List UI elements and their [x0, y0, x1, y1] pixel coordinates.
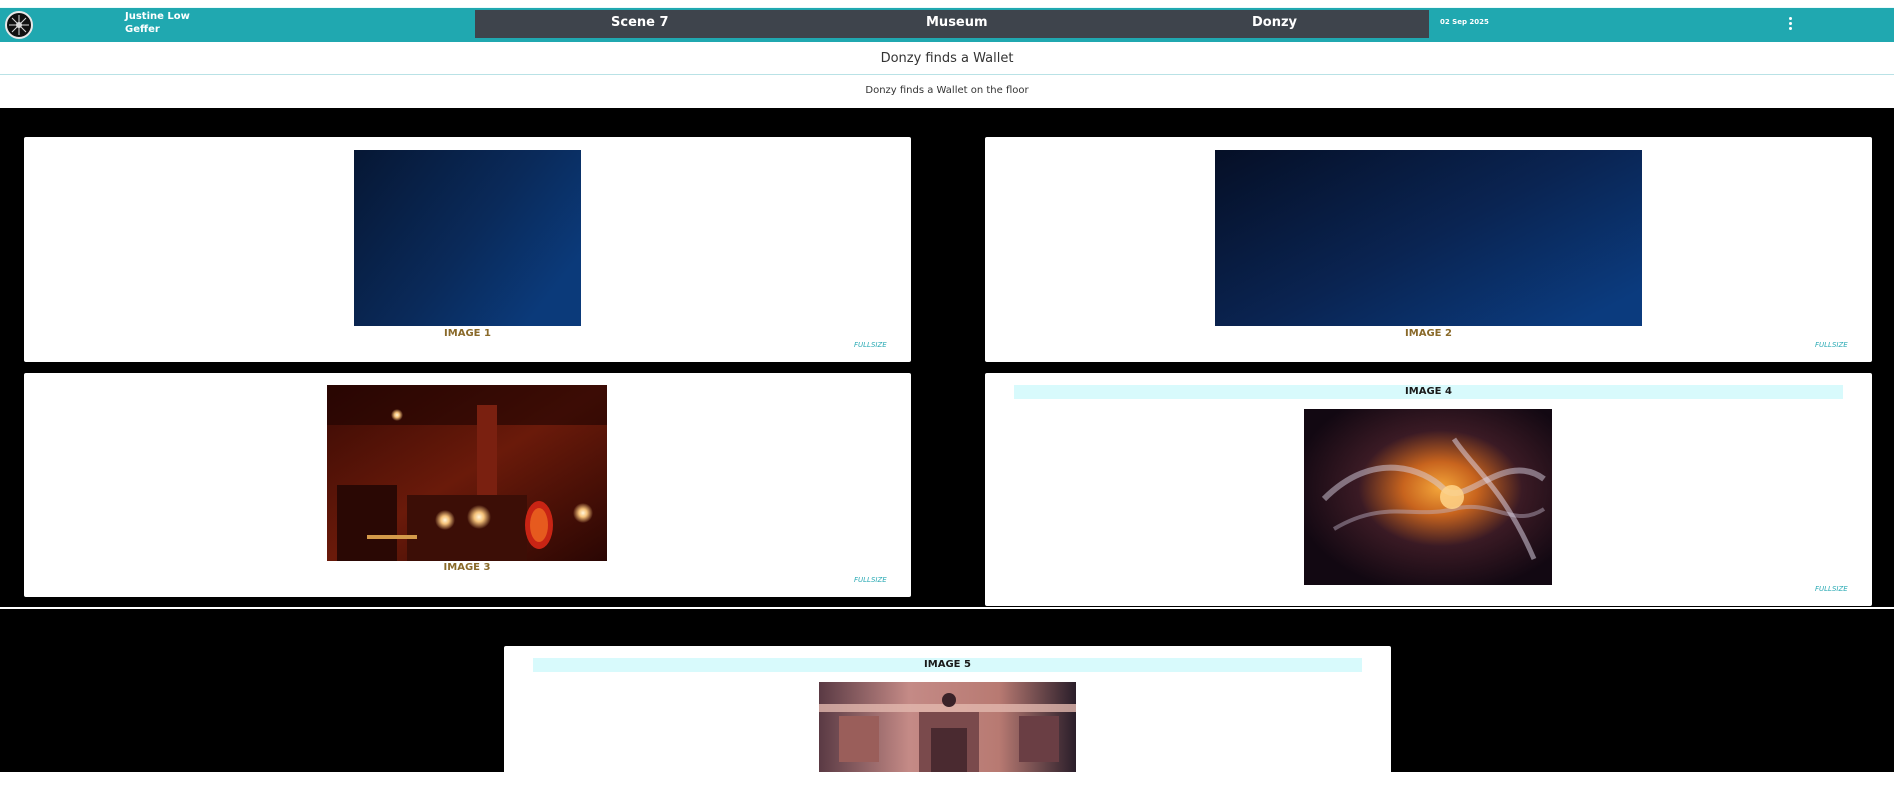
image-4-caption: IMAGE 4 [1014, 385, 1843, 399]
scene-description-row: Donzy finds a Wallet on the floor [0, 75, 1894, 107]
page-footer-strip [0, 772, 1894, 789]
image-2-thumbnail[interactable] [1215, 150, 1642, 326]
scene-label[interactable]: Scene 7 [611, 15, 669, 30]
image-1-caption: IMAGE 1 [444, 328, 491, 339]
image-card-3: IMAGE 3 FULLSIZE [24, 373, 911, 597]
image-card-5: IMAGE 5 [504, 646, 1391, 772]
location-label[interactable]: Museum [926, 15, 988, 30]
more-vertical-icon[interactable] [1786, 16, 1796, 32]
image-3-fullsize-link[interactable]: FULLSIZE [854, 576, 887, 584]
scene-description: Donzy finds a Wallet on the floor [865, 85, 1029, 96]
image-4-thumbnail[interactable] [1304, 409, 1552, 585]
divider [0, 607, 1894, 608]
scene-date: 02 Sep 2025 [1440, 18, 1489, 26]
user-role: Geffer [125, 24, 160, 35]
image-1-thumbnail[interactable] [354, 150, 581, 326]
image-1-fullsize-link[interactable]: FULLSIZE [854, 341, 887, 349]
character-label[interactable]: Donzy [1252, 15, 1297, 30]
image-card-2: IMAGE 2 FULLSIZE [985, 137, 1872, 362]
image-5-thumbnail[interactable] [819, 682, 1076, 772]
scene-title-row: Donzy finds a Wallet [0, 42, 1894, 75]
scene-bar: Scene 7 Museum Donzy [475, 10, 1429, 38]
image-2-fullsize-link[interactable]: FULLSIZE [1815, 341, 1848, 349]
image-3-thumbnail[interactable] [327, 385, 607, 561]
studio-logo-icon[interactable] [5, 11, 33, 39]
image-2-caption: IMAGE 2 [1405, 328, 1452, 339]
image-3-caption: IMAGE 3 [443, 562, 491, 573]
user-name: Justine Low [125, 11, 190, 22]
image-card-1: IMAGE 1 FULLSIZE [24, 137, 911, 362]
image-4-fullsize-link[interactable]: FULLSIZE [1815, 585, 1848, 593]
top-bar: Justine Low Geffer Scene 7 Museum Donzy … [0, 7, 1894, 42]
scene-title: Donzy finds a Wallet [880, 51, 1014, 66]
image-card-4: IMAGE 4 FULLSIZE [985, 373, 1872, 606]
image-5-caption: IMAGE 5 [533, 658, 1362, 672]
